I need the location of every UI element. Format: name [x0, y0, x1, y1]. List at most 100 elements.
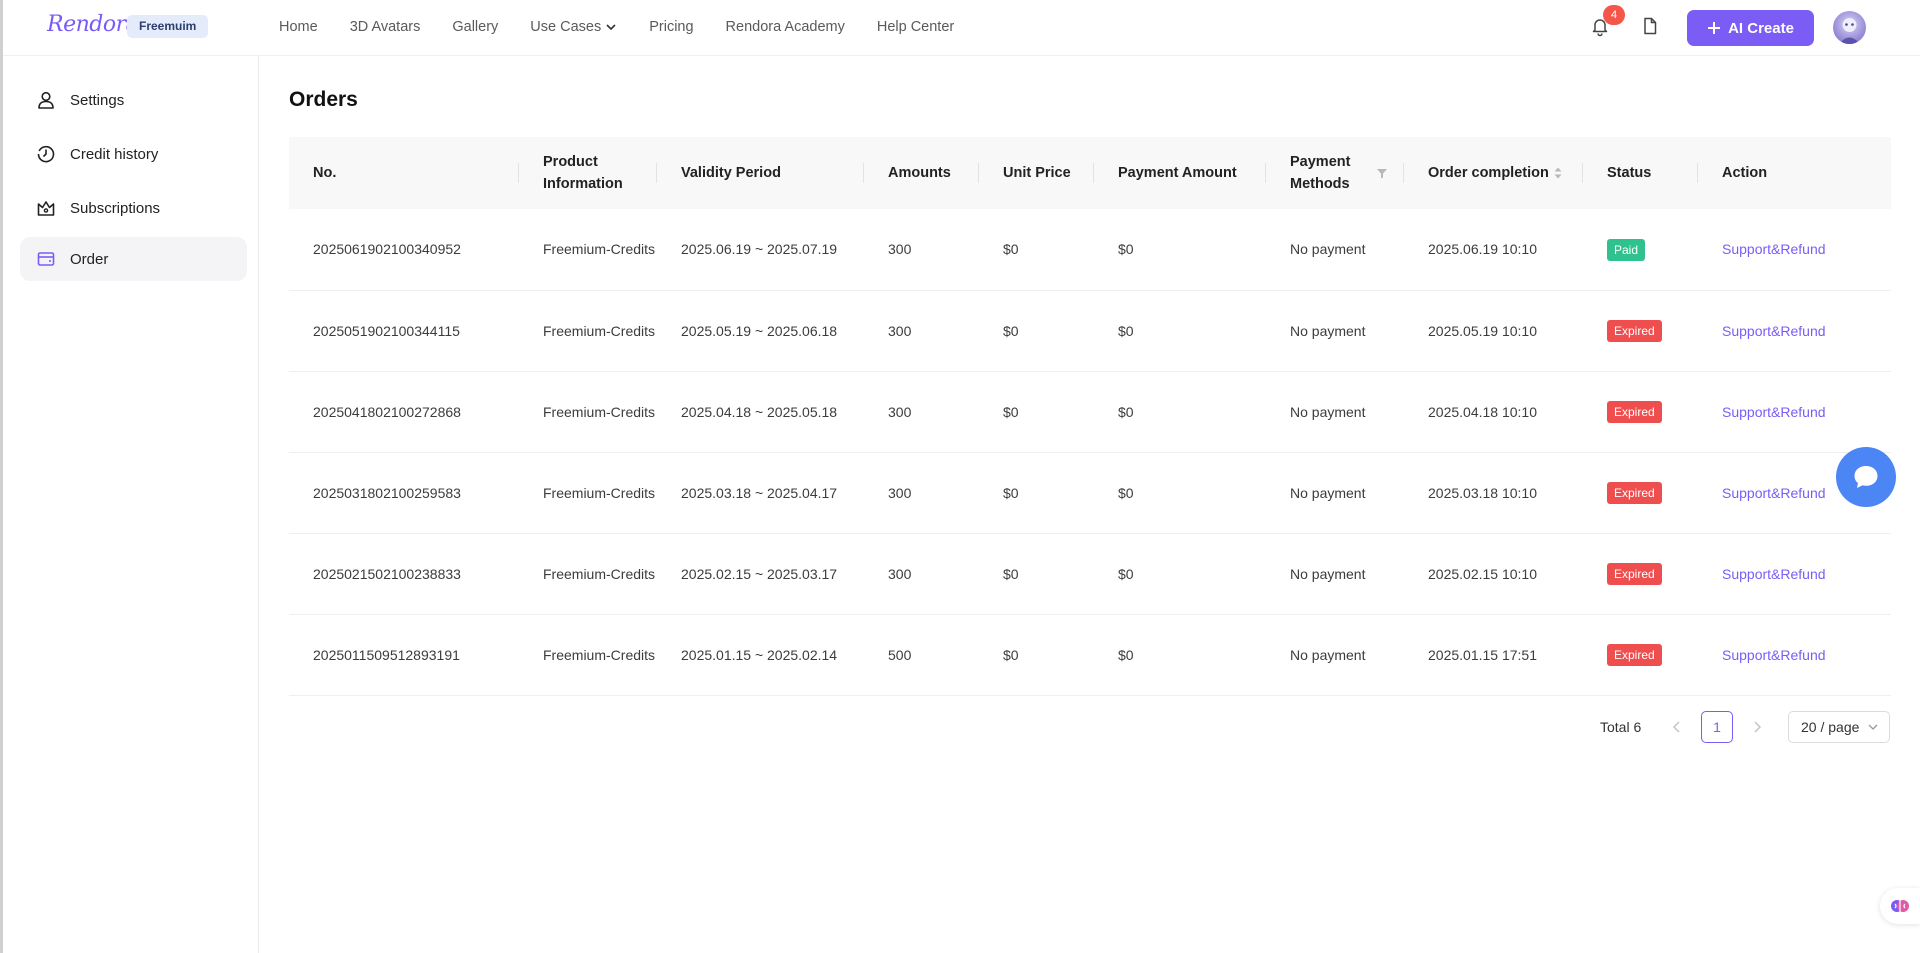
nav-rendora-academy[interactable]: Rendora Academy — [726, 19, 845, 35]
table-row: 2025041802100272868 Freemium-Credits 202… — [289, 371, 1891, 452]
orders-table-container: No. Product Information Validity Period … — [289, 137, 1891, 696]
nav-use-cases[interactable]: Use Cases — [530, 19, 617, 35]
pagination-total: Total 6 — [1600, 719, 1642, 735]
unit-price: $0 — [1003, 322, 1019, 339]
payment-method: No payment — [1290, 403, 1366, 420]
unit-price: $0 — [1003, 646, 1019, 663]
order-number: 2025021502100238833 — [313, 565, 461, 582]
status-cell: Paid — [1583, 209, 1698, 290]
action-cell: Support&Refund — [1698, 533, 1891, 614]
column-header-label: No. — [313, 165, 337, 181]
status-cell: Expired — [1583, 614, 1698, 695]
column-header-amounts: Amounts — [864, 137, 979, 209]
document-icon[interactable] — [1640, 16, 1660, 36]
nav-gallery[interactable]: Gallery — [452, 19, 498, 35]
order-number: 2025031802100259583 — [313, 484, 461, 501]
sidebar-item-subscriptions[interactable]: Subscriptions — [20, 186, 247, 230]
payment-amount: $0 — [1118, 241, 1134, 258]
page-title: Orders — [289, 88, 358, 111]
order-completion: 2025.05.19 10:10 — [1428, 322, 1537, 339]
status-badge: Expired — [1607, 644, 1662, 666]
order-completion: 2025.06.19 10:10 — [1428, 241, 1537, 258]
action-cell: Support&Refund — [1698, 290, 1891, 371]
brain-icon — [1891, 900, 1909, 912]
amounts: 300 — [888, 322, 912, 339]
amounts: 300 — [888, 241, 912, 258]
payment-amount: $0 — [1118, 484, 1134, 501]
sidebar-item-credit-history[interactable]: Credit history — [20, 132, 247, 176]
payment-method: No payment — [1290, 646, 1366, 663]
order-completion: 2025.03.18 10:10 — [1428, 484, 1537, 501]
payment-amount: $0 — [1118, 403, 1134, 420]
column-header-action: Action — [1698, 137, 1891, 209]
column-header-label: Order completion — [1428, 165, 1549, 181]
nav-pricing[interactable]: Pricing — [649, 19, 693, 35]
column-header-validity: Validity Period — [657, 137, 864, 209]
support-refund-link[interactable]: Support&Refund — [1722, 566, 1826, 582]
chevron-right-icon[interactable] — [1750, 720, 1764, 734]
chevron-left-icon[interactable] — [1670, 720, 1684, 734]
table-row: 2025061902100340952 Freemium-Credits 202… — [289, 209, 1891, 290]
payment-method: No payment — [1290, 241, 1366, 258]
column-header-payment-methods: Payment Methods — [1266, 137, 1404, 209]
status-badge: Expired — [1607, 320, 1662, 342]
clock-icon — [37, 145, 55, 163]
product-information: Freemium-Credits — [543, 322, 656, 339]
support-refund-link[interactable]: Support&Refund — [1722, 647, 1826, 663]
column-header-label: Amounts — [888, 165, 951, 181]
user-avatar[interactable] — [1833, 11, 1866, 44]
orders-table: No. Product Information Validity Period … — [289, 137, 1891, 696]
product-information: Freemium-Credits — [543, 565, 656, 582]
crown-icon — [37, 201, 55, 216]
page-size-select[interactable]: 20 / page — [1788, 711, 1890, 743]
column-header-order-completion: Order completion — [1404, 137, 1583, 209]
user-icon — [38, 91, 54, 109]
chat-bubble-icon — [1854, 466, 1878, 488]
unit-price: $0 — [1003, 565, 1019, 582]
status-cell: Expired — [1583, 371, 1698, 452]
filter-icon[interactable] — [1376, 166, 1388, 180]
status-cell: Expired — [1583, 533, 1698, 614]
ai-create-button[interactable]: AI Create — [1687, 10, 1814, 46]
sort-icon[interactable] — [1552, 166, 1564, 180]
support-refund-link[interactable]: Support&Refund — [1722, 241, 1826, 257]
support-refund-link[interactable]: Support&Refund — [1722, 485, 1826, 501]
sidebar: Settings Credit history Subscriptions Or… — [3, 56, 259, 953]
nav-3d-avatars[interactable]: 3D Avatars — [350, 19, 421, 35]
action-cell: Support&Refund — [1698, 209, 1891, 290]
column-header-payment-amount: Payment Amount — [1094, 137, 1266, 209]
nav-home[interactable]: Home — [279, 19, 318, 35]
product-information: Freemium-Credits — [543, 484, 656, 501]
avatar-image-icon — [1839, 18, 1860, 44]
support-refund-link[interactable]: Support&Refund — [1722, 404, 1826, 420]
product-information: Freemium-Credits — [543, 646, 656, 663]
pagination-page-1[interactable]: 1 — [1701, 711, 1733, 743]
status-badge: Expired — [1607, 401, 1662, 423]
column-header-label: Status — [1607, 165, 1652, 181]
column-header-label: Product Information — [543, 154, 623, 192]
support-refund-link[interactable]: Support&Refund — [1722, 323, 1826, 339]
top-navigation-bar: Rendora Freemuim Home 3D Avatars Gallery… — [3, 0, 1920, 56]
action-cell: Support&Refund — [1698, 614, 1891, 695]
nav-help-center[interactable]: Help Center — [877, 19, 954, 35]
status-cell: Expired — [1583, 452, 1698, 533]
column-header-label: Payment Amount — [1118, 165, 1237, 181]
column-header-label: Validity Period — [681, 165, 781, 181]
unit-price: $0 — [1003, 241, 1019, 258]
table-row: 2025021502100238833 Freemium-Credits 202… — [289, 533, 1891, 614]
column-header-product: Product Information — [519, 137, 657, 209]
payment-method: No payment — [1290, 484, 1366, 501]
column-header-label: Payment Methods — [1290, 154, 1351, 192]
notification-count-badge: 4 — [1603, 5, 1625, 25]
action-cell: Support&Refund — [1698, 371, 1891, 452]
ai-assistant-button[interactable] — [1880, 888, 1920, 924]
order-completion: 2025.04.18 10:10 — [1428, 403, 1537, 420]
order-number: 2025051902100344115 — [313, 322, 460, 339]
validity-period: 2025.01.15 ~ 2025.02.14 — [681, 646, 838, 663]
sidebar-item-order[interactable]: Order — [20, 237, 247, 281]
ai-create-label: AI Create — [1728, 19, 1794, 37]
rendora-logo[interactable]: Rendora — [47, 12, 139, 37]
chat-support-button[interactable] — [1836, 447, 1896, 507]
sidebar-item-settings[interactable]: Settings — [20, 78, 247, 122]
sidebar-item-label: Subscriptions — [70, 199, 161, 217]
